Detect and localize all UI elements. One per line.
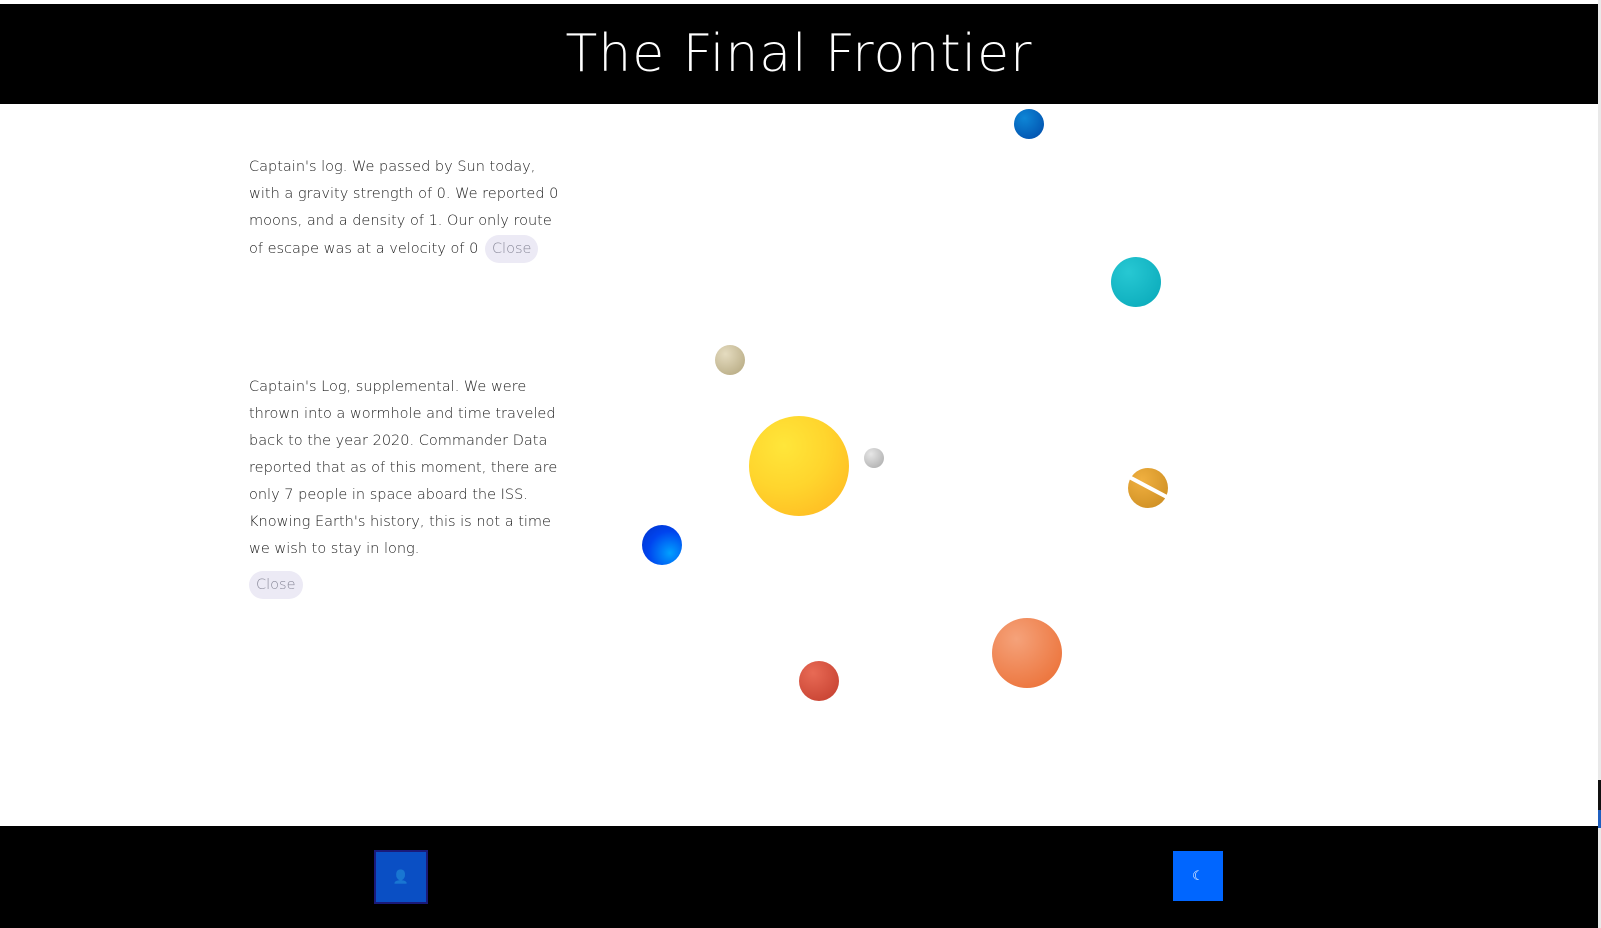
log-text: Captain's Log, supplemental. We were thr… — [249, 379, 558, 557]
planet-venus[interactable] — [715, 345, 745, 375]
close-button[interactable]: Close — [484, 235, 539, 263]
captains-log-entry: Captain's log. We passed by Sun today, w… — [249, 154, 559, 263]
astronaut-icon: 👤 — [392, 869, 410, 885]
saturn-ring — [1124, 473, 1172, 501]
planet-mercury[interactable] — [864, 448, 884, 468]
planet-neptune[interactable] — [1014, 109, 1044, 139]
page-title: The Final Frontier — [565, 24, 1033, 84]
planet-mars[interactable] — [799, 661, 839, 701]
planet-sun[interactable] — [749, 416, 849, 516]
planet-earth[interactable] — [642, 525, 682, 565]
site-footer: 👤 ☾ — [0, 826, 1598, 928]
profile-button[interactable]: 👤 — [374, 850, 428, 904]
moon-icon: ☾ — [1192, 868, 1204, 884]
planet-saturn[interactable] — [1124, 468, 1172, 508]
app-viewport: The Final Frontier Captain's log. We pas… — [0, 0, 1601, 928]
planet-uranus[interactable] — [1111, 257, 1161, 307]
close-button[interactable]: Close — [249, 571, 303, 599]
theme-toggle-button[interactable]: ☾ — [1173, 851, 1223, 901]
planet-jupiter[interactable] — [992, 618, 1062, 688]
captains-log-supplemental: Captain's Log, supplemental. We were thr… — [249, 374, 559, 599]
site-header: The Final Frontier — [0, 4, 1598, 104]
